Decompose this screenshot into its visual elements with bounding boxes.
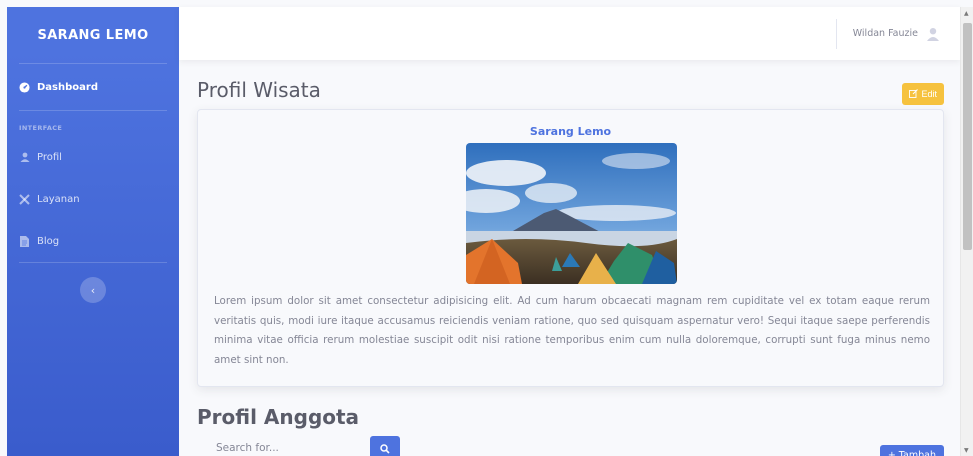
sidebar: SARANG LEMO Dashboard INTERFACE Profil L… [7,7,179,456]
section-title: Profil Anggota [197,405,360,429]
sidebar-brand[interactable]: SARANG LEMO [7,7,179,63]
user-avatar-icon [926,27,940,41]
profile-description: Lorem ipsum dolor sit amet consectetur a… [214,295,930,366]
search-input[interactable] [197,436,370,456]
sidebar-item-label: Blog [37,235,60,247]
topbar: Wildan Fauzie [179,7,960,60]
profile-card: Sarang Lemo Lorem ipsum dolor sit amet c… [197,109,944,387]
main-content: Profil Wisata Edit Sarang Lemo Lorem ips… [179,60,960,456]
sidebar-item-blog[interactable]: Blog [7,220,179,262]
tachometer-icon [19,81,30,93]
campsite-photo [466,143,677,284]
sidebar-item-profil[interactable]: Profil [7,136,179,178]
sidebar-toggle-container: ‹ [7,263,179,303]
sidebar-item-layanan[interactable]: Layanan [7,178,179,220]
sidebar-item-dashboard[interactable]: Dashboard [7,64,179,110]
file-icon [19,235,30,247]
add-member-button[interactable]: + Tambah [879,445,944,456]
edit-button[interactable]: Edit [902,83,944,105]
edit-button-label: Edit [921,89,937,99]
tools-icon [19,193,30,205]
page-scrollbar[interactable]: ▲ ▼ [960,7,973,456]
user-name: Wildan Fauzie [852,28,918,39]
user-icon [19,152,30,162]
scroll-up-arrow-icon[interactable]: ▲ [964,10,969,17]
search-bar [197,436,400,456]
sidebar-toggle-button[interactable]: ‹ [80,277,106,303]
topbar-divider [836,19,837,49]
page-title: Profil Wisata [197,78,321,102]
scrollbar-thumb[interactable] [963,23,972,250]
user-menu[interactable]: Wildan Fauzie [853,7,940,60]
sidebar-item-label: Layanan [37,193,80,205]
edit-icon [909,88,919,100]
sidebar-heading: INTERFACE [19,124,63,132]
scroll-down-arrow-icon[interactable]: ▼ [964,447,969,454]
chevron-left-icon: ‹ [90,283,96,297]
search-button[interactable] [370,436,400,456]
card-title: Sarang Lemo [529,125,612,138]
sidebar-item-label: Profil [37,151,62,163]
search-icon [380,439,390,456]
sidebar-item-label: Dashboard [37,81,98,93]
